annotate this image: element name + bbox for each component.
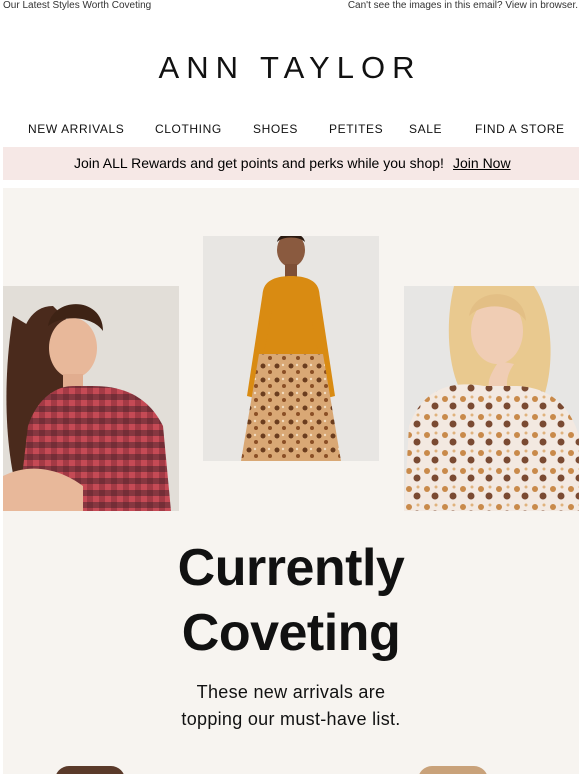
view-in-browser-link[interactable]: Can't see the images in this email? View… xyxy=(348,0,578,11)
hero-section[interactable]: Currently Coveting These new arrivals ar… xyxy=(3,188,579,774)
preheader-text: Our Latest Styles Worth Coveting xyxy=(3,0,152,11)
headline-line-2: Coveting xyxy=(181,604,401,662)
rewards-message: Join ALL Rewards and get points and perk… xyxy=(74,155,444,171)
nav-item-clothing[interactable]: CLOTHING xyxy=(155,122,222,136)
main-nav: NEW ARRIVALS CLOTHING SHOES PETITES SALE… xyxy=(0,122,580,138)
plaid-shirt-illustration xyxy=(3,286,179,511)
next-photo-peek-left xyxy=(55,766,125,774)
subhead-line-2: topping our must-have list. xyxy=(181,709,401,729)
subhead-line-1: These new arrivals are xyxy=(196,682,386,702)
product-photo-plaid-shirt[interactable] xyxy=(3,286,179,511)
nav-item-new-arrivals[interactable]: NEW ARRIVALS xyxy=(28,122,124,136)
nav-item-shoes[interactable]: SHOES xyxy=(253,122,298,136)
rewards-banner: Join ALL Rewards and get points and perk… xyxy=(3,147,579,180)
brand-logo[interactable]: ANN TAYLOR xyxy=(0,50,580,86)
nav-item-sale[interactable]: SALE xyxy=(409,122,442,136)
product-photo-mustard-top[interactable] xyxy=(203,236,379,461)
preheader: Our Latest Styles Worth Coveting Can't s… xyxy=(0,0,580,14)
product-photo-floral-blouse[interactable] xyxy=(404,286,579,511)
nav-item-find-a-store[interactable]: FIND A STORE xyxy=(475,122,565,136)
next-photo-peek-right xyxy=(418,766,488,774)
join-now-link[interactable]: Join Now xyxy=(453,155,511,171)
headline-line-1: Currently xyxy=(177,539,405,597)
mustard-top-illustration xyxy=(203,236,379,461)
nav-item-petites[interactable]: PETITES xyxy=(329,122,383,136)
floral-blouse-illustration xyxy=(404,286,579,511)
